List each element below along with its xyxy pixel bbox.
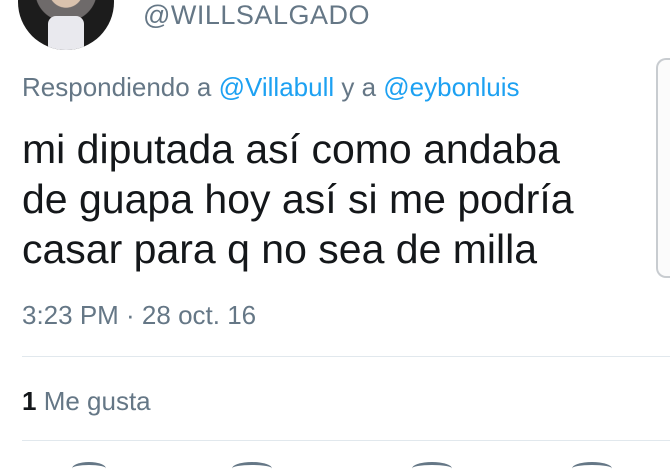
- retweet-icon[interactable]: [232, 462, 272, 470]
- scrollbar[interactable]: [656, 58, 670, 278]
- tweet-actions-bar: [22, 456, 670, 470]
- divider: [22, 440, 670, 441]
- share-icon[interactable]: [572, 462, 612, 470]
- likes-summary[interactable]: 1 Me gusta: [22, 386, 151, 417]
- tweet-text: mi diputada así como andaba de guapa hoy…: [22, 126, 574, 272]
- tweet-detail-view: @WILLSALGADO Respondiendo a @Villabull y…: [0, 0, 670, 470]
- divider: [22, 356, 670, 357]
- reply-icon[interactable]: [72, 462, 106, 470]
- likes-label: Me gusta: [36, 386, 151, 416]
- likes-count: 1: [22, 386, 37, 416]
- reply-mention-villabull[interactable]: @Villabull: [219, 72, 335, 102]
- tweet-timestamp: 3:23 PM · 28 oct. 16: [22, 300, 257, 330]
- reply-mention-eybonluis[interactable]: @eybonluis: [383, 72, 519, 102]
- reply-prefix: Respondiendo a: [22, 72, 219, 102]
- like-icon[interactable]: [412, 462, 452, 470]
- avatar-shirt: [48, 16, 84, 50]
- user-avatar[interactable]: [18, 0, 114, 50]
- user-handle[interactable]: @WILLSALGADO: [143, 0, 370, 31]
- replying-to-line: Respondiendo a @Villabull y a @eybonluis: [22, 72, 520, 103]
- reply-join: y a: [334, 72, 384, 102]
